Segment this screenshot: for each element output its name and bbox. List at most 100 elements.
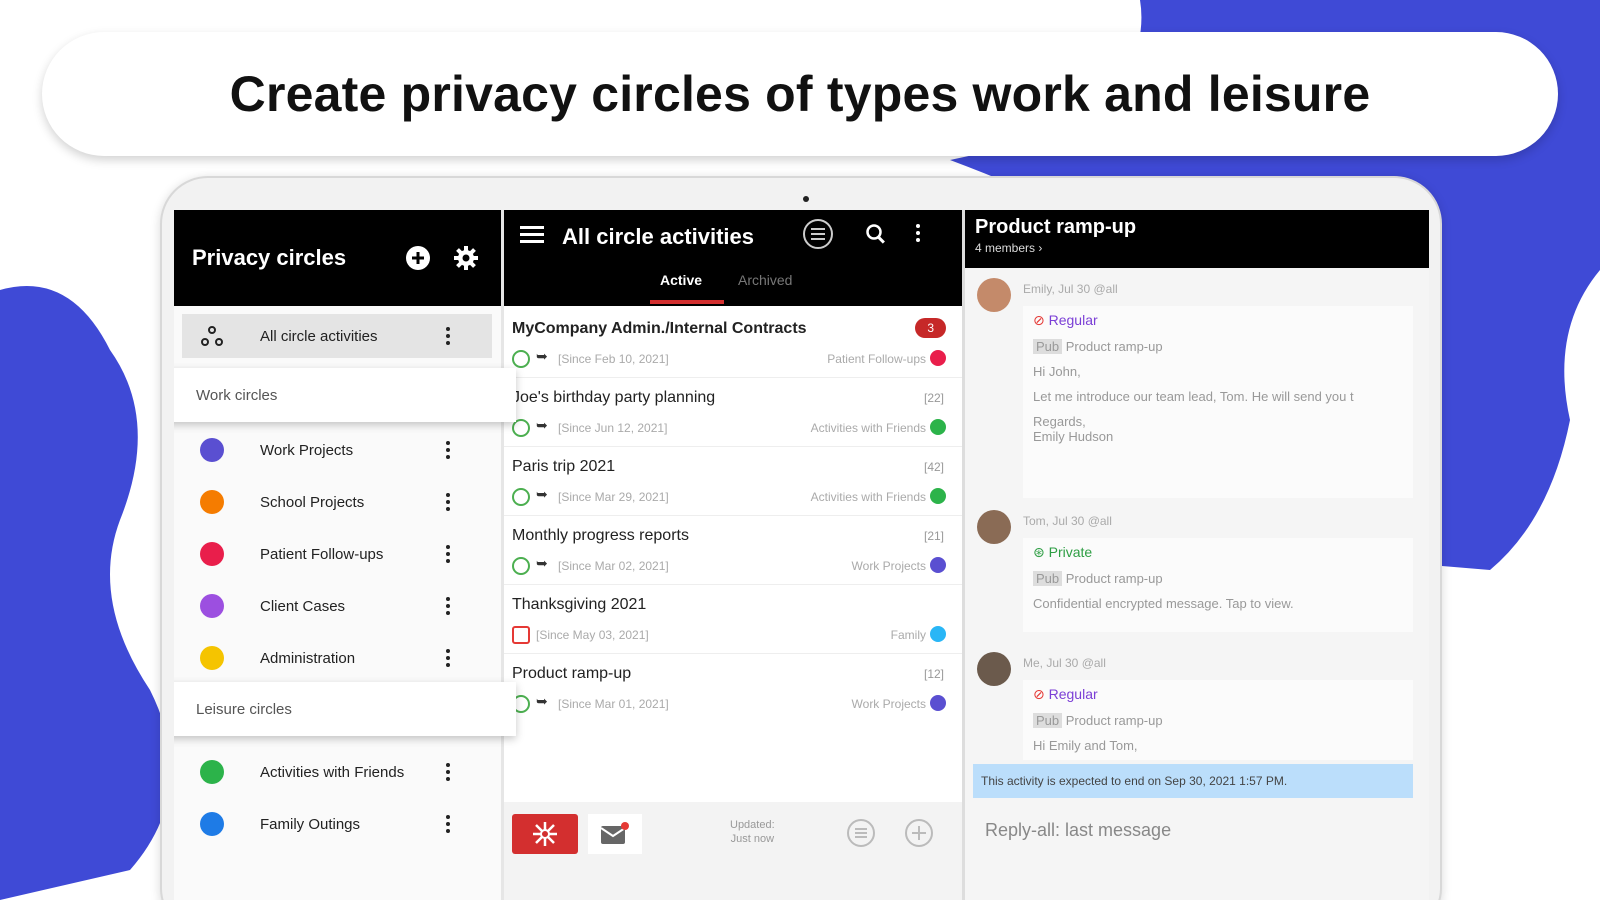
conversation-title: Product ramp-up xyxy=(975,216,1137,238)
tab-active[interactable]: Active xyxy=(660,272,702,288)
tab-archived[interactable]: Archived xyxy=(738,272,792,288)
tablet-camera xyxy=(803,196,809,202)
conversation-panel: Product ramp-up 4 members › Emily, Jul 3… xyxy=(962,210,1429,900)
search-icon[interactable] xyxy=(864,222,888,251)
activity-count: [21] xyxy=(923,529,944,543)
message-subject-text: Product ramp-up xyxy=(1065,571,1163,586)
message-subject-text: Product ramp-up xyxy=(1065,713,1163,728)
active-tab-indicator xyxy=(650,300,724,304)
unread-badge: 3 xyxy=(915,318,946,338)
sidebar-item-patient-follow-ups[interactable]: Patient Follow-ups xyxy=(182,532,492,576)
menu-icon[interactable] xyxy=(520,224,544,249)
more-options-icon[interactable] xyxy=(438,815,458,833)
activity-circle-name: Patient Follow-ups xyxy=(827,352,926,366)
activity-count: [22] xyxy=(923,391,944,405)
sidebar-item-activities-with-friends[interactable]: Activities with Friends xyxy=(182,750,492,794)
section-header-leisure-circles: Leisure circles xyxy=(174,682,516,736)
activity-circle-name: Family xyxy=(890,628,926,642)
avatar xyxy=(977,278,1011,312)
sidebar-item-administration[interactable]: Administration xyxy=(182,636,492,680)
more-options-icon[interactable] xyxy=(438,763,458,781)
sidebar-item-client-cases[interactable]: Client Cases xyxy=(182,584,492,628)
add-icon[interactable] xyxy=(904,818,934,853)
activity-circle-name: Activities with Friends xyxy=(810,490,926,504)
activity-row[interactable]: Joe's birthday party planning [22] ➥ [Si… xyxy=(504,379,962,447)
forward-icon: ➥ xyxy=(536,417,548,433)
sidebar-item-family-outings[interactable]: Family Outings xyxy=(182,802,492,846)
updated-label: Updated: xyxy=(730,819,775,831)
message-meta: Tom, Jul 30 @all xyxy=(1023,514,1112,528)
activity-circle-name: Work Projects xyxy=(851,697,926,711)
privacy-circles-title: Privacy circles xyxy=(192,245,347,270)
circle-color-dot xyxy=(200,812,224,836)
updated-value: Just now xyxy=(730,833,775,845)
message-subject: Pub Product ramp-up xyxy=(1033,713,1403,728)
message-meta: Me, Jul 30 @all xyxy=(1023,656,1106,670)
activity-circle-name: Work Projects xyxy=(851,559,926,573)
forward-icon: ➥ xyxy=(536,693,548,709)
sidebar-item-label: All circle activities xyxy=(260,327,378,345)
reply-input[interactable]: Reply-all: last message xyxy=(985,820,1171,841)
privacy-shield-icon xyxy=(512,350,530,368)
avatar xyxy=(977,652,1011,686)
circle-color-dot xyxy=(200,594,224,618)
message-subject-text: Product ramp-up xyxy=(1065,339,1163,354)
gear-icon[interactable] xyxy=(449,241,483,275)
activity-row[interactable]: MyCompany Admin./Internal Contracts 3 ➥ … xyxy=(504,310,962,378)
headline-text: Create privacy circles of types work and… xyxy=(229,66,1371,122)
activity-row[interactable]: Monthly progress reports [21] ➥ [Since M… xyxy=(504,517,962,585)
conversation-header: Product ramp-up 4 members › xyxy=(965,210,1429,268)
message-subject: Pub Product ramp-up xyxy=(1033,339,1403,354)
message-bubble[interactable]: ⊘ Regular Pub Product ramp-up Hi John, L… xyxy=(1023,306,1413,498)
sidebar-item-school-projects[interactable]: School Projects xyxy=(182,480,492,524)
sidebar-item-work-projects[interactable]: Work Projects xyxy=(182,428,492,472)
avatar xyxy=(977,510,1011,544)
message-type-label: Private xyxy=(1048,544,1093,560)
message-meta: Emily, Jul 30 @all xyxy=(1023,282,1118,296)
burst-icon xyxy=(533,822,557,846)
circle-color-dot xyxy=(930,557,946,573)
activity-row[interactable]: Product ramp-up [12] ➥ [Since Mar 01, 20… xyxy=(504,655,962,723)
filter-list-icon[interactable] xyxy=(846,818,876,853)
sidebar-item-all-circle-activities[interactable]: All circle activities xyxy=(182,314,492,358)
regular-message-icon xyxy=(512,626,530,644)
message-bubble[interactable]: ⊛ Private Pub Product ramp-up Confidenti… xyxy=(1023,538,1413,632)
activity-row[interactable]: Thanksgiving 2021 [Since May 03, 2021] F… xyxy=(504,586,962,654)
pub-pill: Pub xyxy=(1033,339,1063,354)
more-options-icon[interactable] xyxy=(438,327,458,345)
more-options-icon[interactable] xyxy=(916,224,920,242)
activities-title: All circle activities xyxy=(562,224,754,249)
message-type: ⊘ Regular xyxy=(1033,312,1403,329)
activity-circle-name: Activities with Friends xyxy=(810,421,926,435)
sidebar-item-label: Client Cases xyxy=(260,597,346,615)
message-subject: Pub Product ramp-up xyxy=(1033,571,1403,586)
more-options-icon[interactable] xyxy=(438,493,458,511)
mail-icon[interactable] xyxy=(588,814,642,854)
app-screen: Privacy circles All circle activities Wo… xyxy=(174,210,1429,900)
section-header-work-circles: Work circles xyxy=(174,368,516,422)
activity-name: Thanksgiving 2021 xyxy=(512,596,647,613)
circle-color-dot xyxy=(930,350,946,366)
more-options-icon[interactable] xyxy=(438,441,458,459)
new-activity-button[interactable] xyxy=(512,814,578,854)
activities-header: All circle activities Active Archived xyxy=(504,210,962,306)
privacy-shield-icon xyxy=(512,488,530,506)
message-line: Hi John, xyxy=(1033,364,1081,379)
more-options-icon[interactable] xyxy=(438,597,458,615)
more-options-icon[interactable] xyxy=(438,545,458,563)
members-link[interactable]: 4 members › xyxy=(975,241,1429,255)
circle-color-dot xyxy=(930,695,946,711)
message-bubble[interactable]: ⊘ Regular Pub Product ramp-up Hi Emily a… xyxy=(1023,680,1413,760)
activity-row[interactable]: Paris trip 2021 [42] ➥ [Since Mar 29, 20… xyxy=(504,448,962,516)
forward-icon: ➥ xyxy=(536,348,548,364)
filter-list-icon[interactable] xyxy=(802,218,834,255)
activity-name: MyCompany Admin./Internal Contracts xyxy=(512,320,807,337)
sidebar-item-label: Family Outings xyxy=(260,815,361,833)
private-shield-icon: ⊛ xyxy=(1033,544,1045,560)
sidebar-item-label: Patient Follow-ups xyxy=(260,545,384,563)
circle-color-dot xyxy=(200,438,224,462)
headline-banner: Create privacy circles of types work and… xyxy=(42,32,1558,156)
more-options-icon[interactable] xyxy=(438,649,458,667)
add-circle-icon[interactable] xyxy=(401,241,435,275)
activity-since: [Since Mar 01, 2021] xyxy=(558,697,669,711)
